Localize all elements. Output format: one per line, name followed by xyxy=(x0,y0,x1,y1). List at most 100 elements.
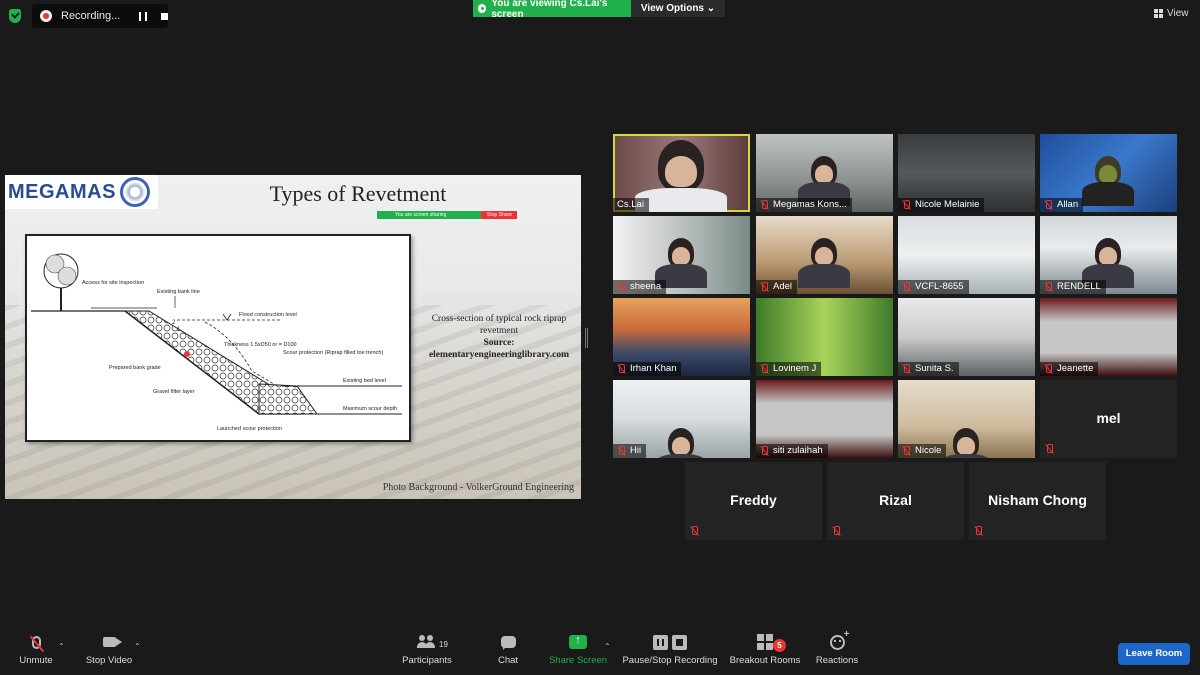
participant-tile[interactable]: RENDELL xyxy=(1040,216,1177,294)
participant-video-shoulders xyxy=(655,454,707,458)
participants-label: Participants xyxy=(402,655,452,666)
participant-tile[interactable]: Megamas Kons... xyxy=(756,134,893,212)
participant-tile[interactable]: Allan xyxy=(1040,134,1177,212)
participant-video-face xyxy=(671,247,691,265)
participant-video-face xyxy=(1098,247,1118,265)
participants-button[interactable]: Participants xyxy=(398,632,456,666)
reactions-button[interactable]: Reactions xyxy=(814,629,860,667)
reactions-label: Reactions xyxy=(815,655,859,666)
muted-microphone-icon xyxy=(1045,444,1054,454)
video-options-chevron-icon[interactable]: ⌃ xyxy=(134,642,141,651)
participant-name: Sunita S. xyxy=(915,363,954,374)
grid-view-icon xyxy=(1154,9,1163,18)
participant-tile[interactable]: Adel xyxy=(756,216,893,294)
participant-tile[interactable]: Jeanette xyxy=(1040,298,1177,376)
caption-text: Cross-section of typical rock riprap rev… xyxy=(431,314,567,336)
share-screen-icon xyxy=(569,634,587,649)
breakout-rooms-label: Breakout Rooms xyxy=(729,655,801,666)
muted-microphone-icon xyxy=(902,282,911,292)
participant-name: siti zulaihah xyxy=(773,445,823,456)
caption-source-label: Source: xyxy=(483,338,515,348)
participant-name-label: Cs.Lai xyxy=(613,198,649,212)
muted-microphone-icon xyxy=(690,526,699,536)
pause-recording-icon[interactable] xyxy=(139,11,147,21)
revetment-diagram: Access for site inspection Existing bank… xyxy=(25,234,411,442)
participants-count: 19 xyxy=(439,640,448,649)
participant-name: Allan xyxy=(1057,199,1079,210)
participant-tile[interactable]: Nisham Chong xyxy=(969,462,1106,540)
participant-video-shoulders xyxy=(1082,182,1134,206)
participant-name: Freddy xyxy=(730,492,777,508)
mini-share-label: You are screen sharing xyxy=(377,211,481,219)
participant-video-shoulders xyxy=(798,264,850,288)
unmute-label: Unmute xyxy=(19,655,53,666)
participant-name-label: Nicole Melainie xyxy=(898,198,985,212)
stop-recording-icon[interactable] xyxy=(161,12,168,20)
participant-tile[interactable]: Cs.Lai xyxy=(613,134,750,212)
participant-tile[interactable]: Nicole xyxy=(898,380,1035,458)
participant-tile[interactable]: sheena xyxy=(613,216,750,294)
muted-microphone-icon xyxy=(902,200,911,210)
label-launched: Launched scour protection xyxy=(217,426,282,432)
chat-button[interactable]: Chat xyxy=(492,632,524,666)
participant-video-face xyxy=(664,155,698,187)
viewing-screen-banner: You are viewing Cs.Lai's screen xyxy=(473,0,631,20)
encryption-shield-icon[interactable] xyxy=(9,9,21,23)
participant-name: sheena xyxy=(630,281,662,292)
shared-screen[interactable]: Types of Revetment MEGAMAS You are scree… xyxy=(5,175,581,499)
participant-video-face xyxy=(956,437,976,455)
participant-name: Nicole Melainie xyxy=(915,199,980,210)
label-flood: Flood construction level xyxy=(239,312,297,318)
participant-tile[interactable]: Irhan Khan xyxy=(613,298,750,376)
participant-video-face xyxy=(814,165,834,183)
meeting-toolbar: Unmute ⌃ Stop Video ⌃ Participants 19 Ch… xyxy=(0,629,1200,675)
chat-bubble-icon xyxy=(500,636,516,650)
participant-name: Megamas Kons... xyxy=(773,199,847,210)
label-bank-line: Existing bank line xyxy=(157,289,200,295)
unmute-button[interactable]: Unmute xyxy=(14,632,58,666)
label-gravel-filter: Gravel filter layer xyxy=(153,389,195,395)
muted-microphone-icon xyxy=(617,446,626,456)
logo-badge-icon xyxy=(119,177,150,207)
participant-name: Hii xyxy=(630,445,642,456)
participant-name-label: Jeanette xyxy=(1040,362,1099,376)
participant-name: Irhan Khan xyxy=(630,363,677,374)
participant-tile[interactable]: mel xyxy=(1040,380,1177,458)
share-screen-button[interactable]: Share Screen xyxy=(547,632,609,666)
participant-tile[interactable]: Rizal xyxy=(827,462,964,540)
muted-microphone-icon xyxy=(617,364,626,374)
participant-name-label: Sunita S. xyxy=(898,362,959,376)
participant-name-label: Nicole xyxy=(898,444,947,458)
view-options-button[interactable]: View Options ⌄ xyxy=(631,0,725,17)
stop-video-button[interactable]: Stop Video xyxy=(82,632,136,666)
add-reaction-icon xyxy=(829,629,849,650)
muted-microphone-icon xyxy=(832,526,841,536)
share-screen-label: Share Screen xyxy=(548,655,608,666)
participant-name-label: sheena xyxy=(613,280,667,294)
participant-tile[interactable]: siti zulaihah xyxy=(756,380,893,458)
audio-options-chevron-icon[interactable]: ⌃ xyxy=(58,642,65,651)
chat-label: Chat xyxy=(497,655,519,666)
breakout-rooms-button[interactable]: Breakout Rooms xyxy=(728,632,802,666)
share-options-chevron-icon[interactable]: ⌃ xyxy=(604,642,611,651)
participant-tile[interactable]: Freddy xyxy=(685,462,822,540)
split-view-divider[interactable] xyxy=(585,328,588,348)
mini-stop-share: Stop Share xyxy=(481,211,517,219)
participants-icon xyxy=(417,635,437,649)
muted-microphone-icon xyxy=(1044,282,1053,292)
megamas-logo: MEGAMAS xyxy=(5,175,158,209)
participant-tile[interactable]: Lovinem J xyxy=(756,298,893,376)
pause-stop-recording-button[interactable]: Pause/Stop Recording xyxy=(620,632,720,666)
muted-microphone-icon xyxy=(31,635,41,649)
participant-tile[interactable]: Hii xyxy=(613,380,750,458)
participant-tile[interactable]: VCFL-8655 xyxy=(898,216,1035,294)
photo-credit: Photo Background - VolkerGround Engineer… xyxy=(382,482,574,493)
participant-tile[interactable]: Nicole Melainie xyxy=(898,134,1035,212)
slide-caption: Cross-section of typical rock riprap rev… xyxy=(420,313,578,361)
participant-name: Jeanette xyxy=(1057,363,1094,374)
participant-name: Nicole xyxy=(915,445,942,456)
participant-tile[interactable]: Sunita S. xyxy=(898,298,1035,376)
view-label: View xyxy=(1167,8,1189,19)
leave-room-button[interactable]: Leave Room xyxy=(1118,643,1190,665)
view-button[interactable]: View xyxy=(1154,8,1189,19)
